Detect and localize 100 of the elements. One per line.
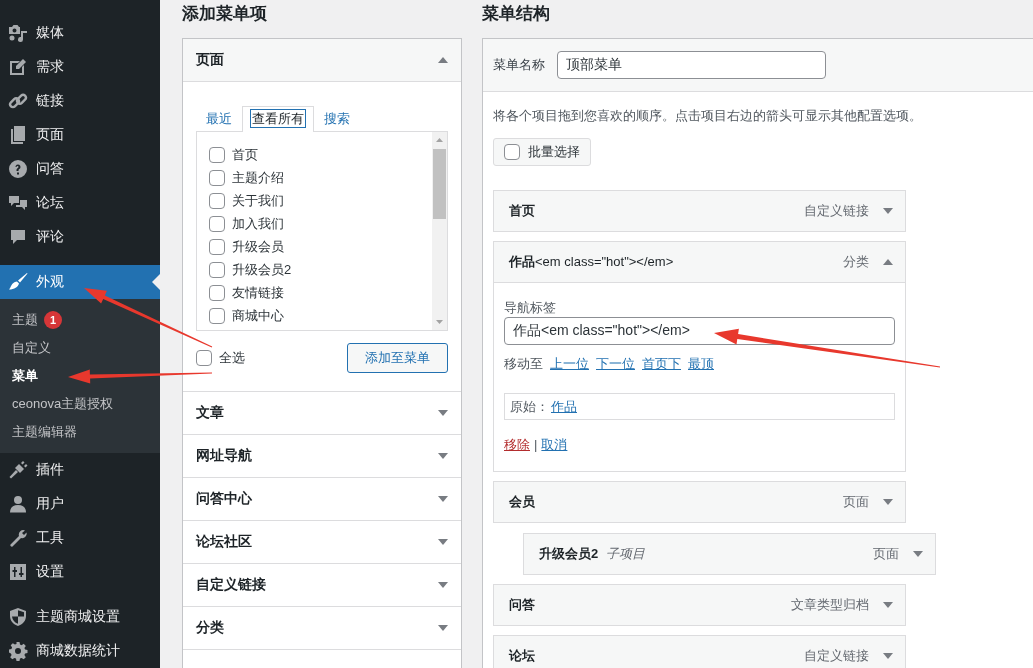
- checkbox[interactable]: [209, 146, 225, 163]
- pages-icon: [8, 125, 28, 145]
- accordion-header[interactable]: 页面: [183, 39, 461, 82]
- menu-item-type: 页面: [843, 493, 869, 511]
- section-heading: 菜单结构: [482, 3, 550, 25]
- menu-item-title: 会员: [509, 493, 535, 511]
- submenu-item[interactable]: 主题编辑器: [0, 418, 160, 446]
- sidebar-menu-item[interactable]: 链接: [0, 84, 160, 118]
- move-link[interactable]: 最顶: [688, 355, 714, 373]
- select-all-option[interactable]: 全选: [196, 346, 245, 370]
- checkbox[interactable]: [209, 238, 225, 255]
- section-heading: 添加菜单项: [182, 3, 267, 25]
- menu-name-label: 菜单名称: [493, 56, 545, 74]
- scrollbar[interactable]: [432, 132, 447, 330]
- submenu-item[interactable]: 主题 1: [0, 306, 160, 334]
- menu-item-bar[interactable]: 论坛 自定义链接: [493, 635, 906, 668]
- caret-down-icon[interactable]: [883, 499, 893, 505]
- checkbox[interactable]: [209, 169, 225, 186]
- action-separator: |: [534, 436, 538, 454]
- caret-down-icon[interactable]: [438, 453, 448, 459]
- move-label: 移动至: [504, 355, 543, 373]
- camera-note-icon: [8, 23, 28, 43]
- page-option[interactable]: 首页: [209, 143, 258, 166]
- menu-item-type: 页面: [873, 545, 899, 563]
- notepad-pencil-icon: [8, 57, 28, 77]
- add-to-menu-button[interactable]: 添加至菜单: [347, 343, 448, 373]
- field-label: 导航标签: [504, 299, 556, 317]
- caret-down-icon[interactable]: [438, 625, 448, 631]
- sidebar-menu-item[interactable]: 用户: [0, 487, 160, 521]
- menu-item-bar[interactable]: 作品<em class="hot"></em> 分类: [493, 241, 906, 283]
- cancel-link[interactable]: 取消: [541, 436, 568, 454]
- submenu-item[interactable]: 菜单: [0, 362, 160, 390]
- caret-up-icon[interactable]: [883, 259, 893, 265]
- menu-item-bar[interactable]: 会员 页面: [493, 481, 906, 523]
- page-option[interactable]: 主题介绍: [209, 166, 284, 189]
- checkbox[interactable]: [196, 350, 212, 366]
- caret-down-icon[interactable]: [438, 582, 448, 588]
- move-link[interactable]: 上一位: [550, 355, 589, 373]
- caret-down-icon[interactable]: [438, 496, 448, 502]
- sidebar-menu-item[interactable]: 商城数据统计: [0, 634, 160, 668]
- menu-item-title: 首页: [509, 202, 535, 220]
- page-option[interactable]: 升级会员: [209, 235, 284, 258]
- caret-down-icon[interactable]: [883, 208, 893, 214]
- scroll-down-icon[interactable]: [436, 320, 443, 324]
- menu-item-bar[interactable]: 升级会员2 子项目 页面: [523, 533, 936, 575]
- plug-icon: [8, 460, 28, 480]
- page-option[interactable]: 友情链接: [209, 281, 284, 304]
- scroll-up-icon[interactable]: [436, 138, 443, 142]
- sidebar-menu-item[interactable]: 评论: [0, 220, 160, 254]
- checkbox[interactable]: [209, 307, 225, 324]
- move-link[interactable]: 首页下: [642, 355, 681, 373]
- sidebar-menu-item[interactable]: 论坛: [0, 186, 160, 220]
- scrollbar-thumb[interactable]: [433, 149, 446, 219]
- menu-item-bar[interactable]: 首页 自定义链接: [493, 190, 906, 232]
- menu-item-bar[interactable]: 问答 文章类型归档: [493, 584, 906, 626]
- menu-item-type: 文章类型归档: [791, 596, 869, 614]
- gear-icon: [8, 641, 28, 661]
- submenu-item[interactable]: 自定义: [0, 334, 160, 362]
- caret-down-icon[interactable]: [883, 653, 893, 659]
- bulk-select-button[interactable]: 批量选择: [493, 138, 591, 166]
- caret-down-icon[interactable]: [913, 551, 923, 557]
- sidebar-menu-item[interactable]: 插件: [0, 453, 160, 487]
- submenu-item[interactable]: ceonova主题授权: [0, 390, 160, 418]
- move-link[interactable]: 下一位: [596, 355, 635, 373]
- sidebar-menu-item[interactable]: 问答: [0, 152, 160, 186]
- page-option[interactable]: 商城中心: [209, 304, 284, 327]
- sidebar-menu-item[interactable]: 需求: [0, 50, 160, 84]
- menu-name-field[interactable]: 顶部菜单: [557, 51, 826, 79]
- sidebar-menu-item[interactable]: 设置: [0, 555, 160, 589]
- person-icon: [8, 494, 28, 514]
- speech-bubble-icon: [8, 227, 28, 247]
- instruction-text: 将各个项目拖到您喜欢的顺序。点击项目右边的箭头可显示其他配置选项。: [493, 107, 922, 125]
- sidebar-menu-item[interactable]: 媒体: [0, 16, 160, 50]
- checkbox[interactable]: [209, 192, 225, 209]
- tab[interactable]: 最近: [196, 106, 242, 131]
- sidebar-menu-item[interactable]: 工具: [0, 521, 160, 555]
- menu-item-type: 自定义链接: [804, 647, 869, 665]
- sidebar-menu-item[interactable]: 页面: [0, 118, 160, 152]
- caret-down-icon[interactable]: [438, 410, 448, 416]
- tab[interactable]: 查看所有: [242, 106, 314, 132]
- original-link[interactable]: 作品: [551, 397, 577, 416]
- menu-item-title: 升级会员2: [539, 545, 599, 563]
- caret-down-icon[interactable]: [883, 602, 893, 608]
- page-option[interactable]: 加入我们: [209, 212, 284, 235]
- checkbox[interactable]: [209, 284, 225, 301]
- pointer-icon: [152, 274, 160, 290]
- caret-down-icon[interactable]: [438, 539, 448, 545]
- caret-up-icon[interactable]: [438, 57, 448, 63]
- page-option[interactable]: 升级会员2: [209, 258, 292, 281]
- sub-item-note: 子项目: [606, 545, 646, 563]
- checkbox[interactable]: [209, 261, 225, 278]
- nav-label-field[interactable]: 作品<em class="hot"></em>: [504, 317, 895, 345]
- page-option[interactable]: 关于我们: [209, 189, 284, 212]
- checkbox[interactable]: [209, 215, 225, 232]
- checkbox[interactable]: [504, 144, 520, 160]
- menu-item-type: 自定义链接: [804, 202, 869, 220]
- sidebar-menu-item[interactable]: 外观: [0, 265, 160, 299]
- sidebar-menu-item[interactable]: 主题商城设置: [0, 600, 160, 634]
- remove-link[interactable]: 移除: [504, 436, 530, 454]
- tab[interactable]: 搜索: [314, 106, 360, 131]
